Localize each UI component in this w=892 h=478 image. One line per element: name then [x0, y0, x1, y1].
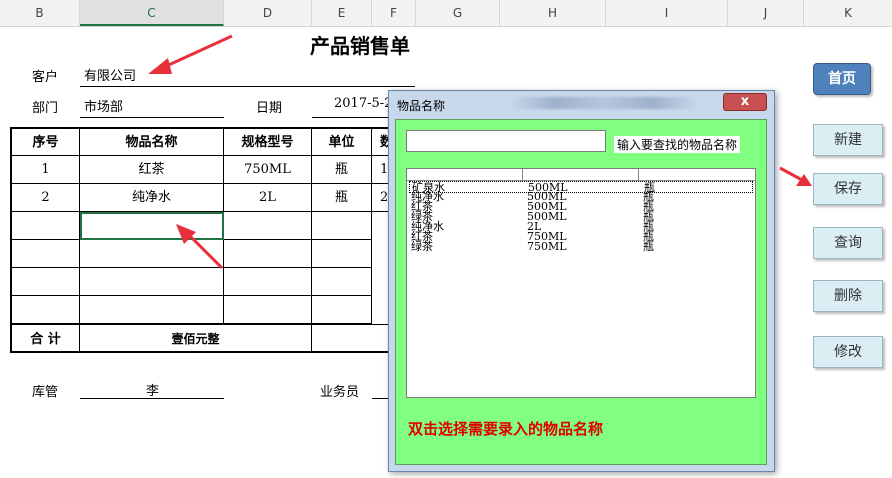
- list-header-unit: [639, 169, 755, 181]
- row5-spec[interactable]: [224, 268, 312, 296]
- row3-no[interactable]: [12, 212, 80, 240]
- row1-name[interactable]: 红茶: [80, 156, 224, 184]
- list-header-spec: [523, 169, 639, 181]
- customer-value[interactable]: 有限公司: [84, 65, 136, 84]
- page-title: 产品销售单: [310, 34, 410, 58]
- dialog-title: 物品名称: [397, 99, 446, 113]
- dept-label: 部门: [32, 101, 59, 116]
- dialog-title-blurred: [509, 97, 699, 109]
- customer-underline: [80, 86, 415, 87]
- header-name: 物品名称: [80, 129, 224, 156]
- arrow-icon: [779, 166, 812, 186]
- query-button[interactable]: 查询: [813, 227, 883, 259]
- list-item-spec: 750ML: [527, 240, 567, 253]
- dept-value[interactable]: 市场部: [84, 96, 123, 115]
- column-header-j[interactable]: J: [728, 0, 804, 26]
- list-header-name: [407, 169, 523, 181]
- row4-unit[interactable]: [312, 240, 372, 268]
- column-header-i[interactable]: I: [606, 0, 728, 26]
- keeper-value[interactable]: 李: [146, 380, 159, 399]
- row3-spec[interactable]: [224, 212, 312, 240]
- row1-unit[interactable]: 瓶: [312, 156, 372, 184]
- total-value: 壹佰元整: [80, 324, 312, 353]
- customer-label: 客户: [32, 70, 59, 85]
- row5-unit[interactable]: [312, 268, 372, 296]
- column-header-bar: B C D E F G H I J K: [0, 0, 892, 27]
- row4-no[interactable]: [12, 240, 80, 268]
- column-header-b[interactable]: B: [0, 0, 80, 26]
- row1-no[interactable]: 1: [12, 156, 80, 184]
- keeper-label: 库管: [32, 385, 59, 400]
- column-header-e[interactable]: E: [312, 0, 372, 26]
- column-header-h[interactable]: H: [500, 0, 606, 26]
- column-header-k[interactable]: K: [804, 0, 892, 26]
- column-header-d[interactable]: D: [224, 0, 312, 26]
- save-button[interactable]: 保存: [813, 173, 883, 205]
- sales-underline: [372, 398, 388, 399]
- header-unit: 单位: [312, 129, 372, 156]
- row1-spec[interactable]: 750ML: [224, 156, 312, 184]
- close-icon[interactable]: x: [723, 93, 767, 111]
- arrow-icon: [176, 224, 224, 270]
- search-input[interactable]: [406, 130, 606, 152]
- date-label: 日期: [256, 101, 283, 116]
- modify-button[interactable]: 修改: [813, 336, 883, 368]
- row4-spec[interactable]: [224, 240, 312, 268]
- column-header-g[interactable]: G: [416, 0, 500, 26]
- row2-no[interactable]: 2: [12, 184, 80, 212]
- list-item-unit: 瓶: [643, 240, 654, 253]
- delete-button[interactable]: 删除: [813, 280, 883, 312]
- home-button[interactable]: 首页: [813, 63, 871, 95]
- item-picker-dialog: 物品名称 x 输入要查找的物品名称 矿泉水 500ML 瓶 纯净水 500ML …: [388, 90, 775, 472]
- search-hint-label: 输入要查找的物品名称: [614, 136, 741, 153]
- total-label: 合 计: [12, 324, 80, 353]
- row2-name[interactable]: 纯净水: [80, 184, 224, 212]
- row2-unit[interactable]: 瓶: [312, 184, 372, 212]
- row6-unit[interactable]: [312, 296, 372, 324]
- dialog-instruction-note: 双击选择需要录入的物品名称: [408, 420, 604, 438]
- dialog-body: 输入要查找的物品名称 矿泉水 500ML 瓶 纯净水 500ML 瓶 红茶 50…: [395, 119, 767, 465]
- arrow-icon: [148, 34, 233, 74]
- list-item-name: 绿茶: [411, 240, 433, 253]
- column-header-c[interactable]: C: [80, 0, 224, 26]
- list-item[interactable]: 绿茶 750ML 瓶: [409, 241, 753, 253]
- row5-no[interactable]: [12, 268, 80, 296]
- dept-underline: [80, 117, 224, 118]
- keeper-underline: [80, 398, 224, 399]
- header-no: 序号: [12, 129, 80, 156]
- new-button[interactable]: 新建: [813, 124, 883, 156]
- sales-label: 业务员: [320, 385, 360, 400]
- row6-spec[interactable]: [224, 296, 312, 324]
- row3-unit[interactable]: [312, 212, 372, 240]
- header-spec: 规格型号: [224, 129, 312, 156]
- item-listbox[interactable]: 矿泉水 500ML 瓶 纯净水 500ML 瓶 红茶 500ML 瓶 绿茶 50…: [406, 168, 756, 398]
- row2-spec[interactable]: 2L: [224, 184, 312, 212]
- row6-name[interactable]: [80, 296, 224, 324]
- column-header-f[interactable]: F: [372, 0, 416, 26]
- row6-no[interactable]: [12, 296, 80, 324]
